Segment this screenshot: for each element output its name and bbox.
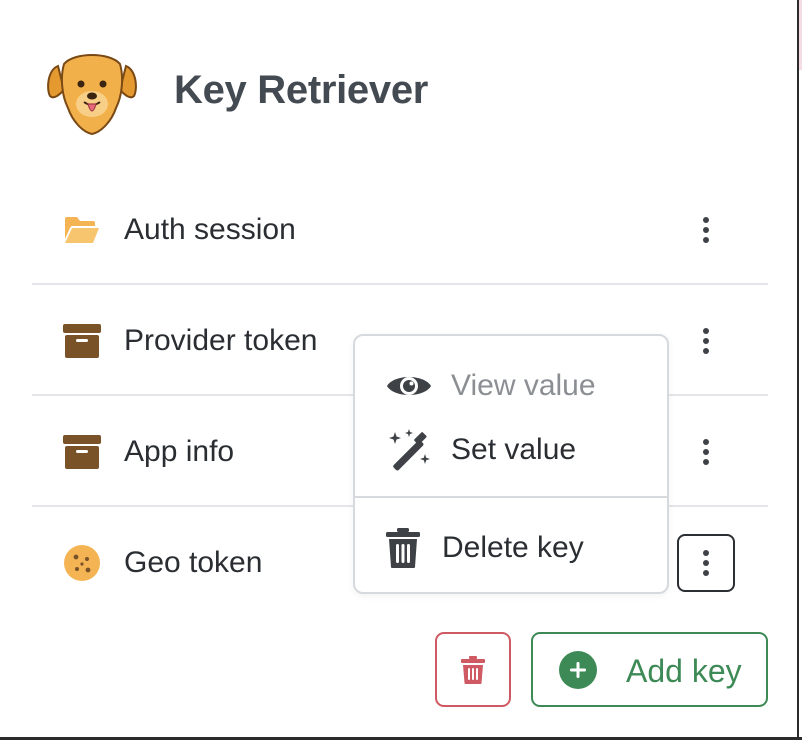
key-label: Provider token (124, 324, 318, 357)
key-label: Geo token (124, 546, 263, 579)
app-title: Key Retriever (174, 68, 429, 112)
plus-circle-icon (559, 651, 597, 689)
trash-icon (461, 655, 485, 684)
key-context-menu: View value Set value Delete key (353, 334, 669, 594)
folder-open-icon (62, 210, 102, 250)
menu-divider (355, 496, 667, 498)
menu-item-set-value[interactable]: Set value (355, 418, 667, 482)
menu-label: Set value (451, 433, 577, 466)
trash-icon (379, 524, 427, 572)
menu-label: Delete key (442, 531, 584, 564)
add-key-label: Add key (626, 653, 742, 689)
add-key-button[interactable]: Add key (531, 632, 768, 707)
menu-item-view-value[interactable]: View value (355, 354, 667, 418)
more-options-button[interactable] (677, 201, 735, 259)
app-header: Key Retriever (44, 44, 428, 140)
more-options-button[interactable] (677, 423, 735, 481)
key-label: Auth session (124, 213, 296, 246)
kebab-icon (703, 550, 709, 576)
window-edge-right (797, 0, 799, 740)
kebab-icon (703, 439, 709, 465)
cookie-icon (62, 543, 102, 583)
more-options-button[interactable] (677, 534, 735, 592)
key-label: App info (124, 435, 235, 468)
eye-icon (385, 362, 433, 410)
menu-item-delete-key[interactable]: Delete key (355, 516, 667, 580)
key-row-auth-session[interactable]: Auth session (32, 174, 768, 285)
more-options-button[interactable] (677, 312, 735, 370)
menu-label: View value (451, 369, 596, 402)
magic-wand-icon (385, 426, 433, 474)
archive-box-icon (62, 432, 102, 472)
golden-retriever-logo (47, 54, 137, 136)
archive-box-icon (62, 321, 102, 361)
delete-button[interactable] (435, 632, 511, 707)
kebab-icon (703, 328, 709, 354)
kebab-icon (703, 217, 709, 243)
